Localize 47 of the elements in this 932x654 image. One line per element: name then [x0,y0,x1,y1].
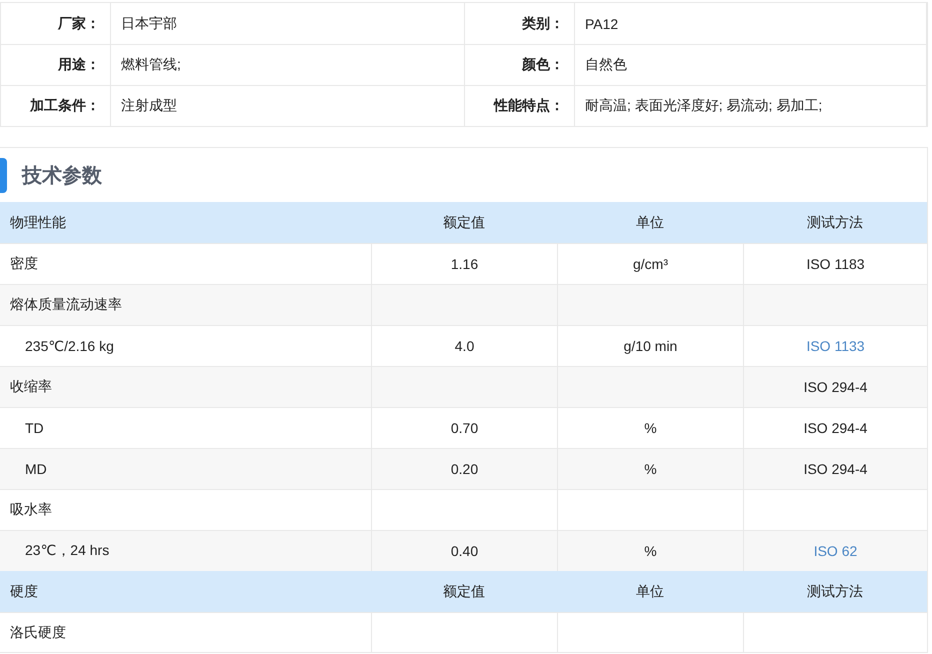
table-cell: MD [25,461,47,477]
field-value: 自然色 [584,55,628,74]
table-cell: 熔体质量流动速率 [10,296,122,314]
section-title: 技术参数 [22,164,102,188]
table-cell: 密度 [10,255,38,273]
field-label: 性能特点： [464,86,575,126]
table-cell: 0.70 [450,420,478,436]
column-header: 单位 [636,214,664,232]
column-header: 额定值 [443,214,485,232]
table-cell: 23℃，24 hrs [25,542,110,560]
field-value: 燃料管线; [120,55,182,74]
field-value: 注射成型 [120,96,178,115]
table-cell: TD [25,420,44,436]
table-cell: % [644,420,657,436]
field-value: 日本宇部 [120,14,178,32]
field-label: 颜色： [464,45,575,85]
table-cell: 1.16 [450,256,478,272]
column-header: 物理性能 [10,214,66,232]
field-label: 用途： [1,45,111,85]
table-cell: g/10 min [624,338,678,354]
table-cell: 洛氏硬度 [10,624,66,642]
field-value: PA12 [584,14,620,34]
field-value: 耐高温; 表面光泽度好; 易流动; 易加工; [584,96,824,115]
test-method-link[interactable]: ISO 62 [814,543,858,559]
table-cell: 收缩率 [10,378,52,396]
field-label: 厂家： [1,3,111,44]
table-cell: 4.0 [454,338,474,354]
column-header: 测试方法 [807,214,863,232]
table-cell: % [644,461,657,477]
table-cell: ISO 294-4 [804,461,868,477]
section-marker [0,158,7,192]
field-label: 加工条件： [1,86,111,126]
table-cell: ISO 294-4 [804,379,868,395]
table-cell: 235℃/2.16 kg [25,338,114,354]
table-cell: ISO 1183 [806,256,865,272]
field-label: 类别： [464,3,575,44]
table-cell: g/cm³ [633,256,668,272]
test-method-link[interactable]: ISO 1133 [806,338,865,354]
table-cell: 0.40 [450,543,478,559]
column-header: 硬度 [10,582,38,600]
column-header: 额定值 [443,582,485,600]
table-cell: 0.20 [450,461,478,477]
table-cell: ISO 294-4 [804,420,868,436]
column-header: 测试方法 [807,582,863,600]
column-header: 单位 [636,582,664,600]
table-cell: 吸水率 [10,501,52,519]
table-cell: % [644,543,657,559]
